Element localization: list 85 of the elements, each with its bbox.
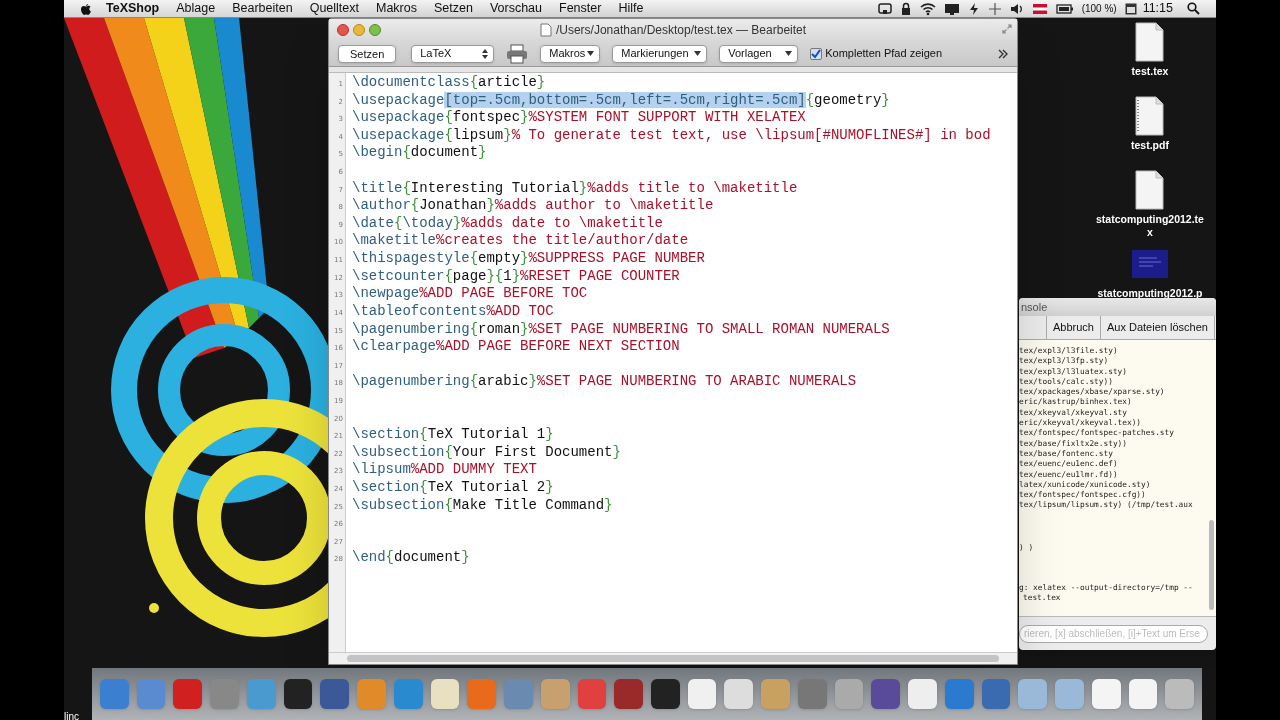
checkmark-icon <box>811 48 822 59</box>
code-line[interactable]: \setcounter{page}{1}%RESET PAGE COUNTER <box>352 267 1017 286</box>
code-line[interactable]: \date{\today}%adds date to \maketitle <box>352 214 1017 233</box>
file-label[interactable]: statcomputing2012.tex <box>1096 213 1204 239</box>
volume-icon[interactable] <box>1009 1 1024 16</box>
file-label[interactable]: statcomputing2012.p <box>1096 287 1204 300</box>
window-title: /Users/Jonathan/Desktop/test.tex — Bearbeitet <box>555 22 807 39</box>
monitor-icon[interactable] <box>943 1 960 16</box>
calendar-icon[interactable] <box>1124 2 1137 15</box>
caret-icon <box>694 51 702 56</box>
code-line[interactable]: \pagenumbering{arabic}%SET PAGE NUMBERING TO ARABIC NUMERALS <box>352 373 1017 391</box>
code-line[interactable]: \begin{document} <box>352 144 1017 163</box>
zoom-button[interactable] <box>369 24 381 36</box>
file-label[interactable]: test.tex <box>1096 65 1204 78</box>
checkbox-label[interactable]: Kompletten Pfad zeigen <box>825 45 943 62</box>
app-icon[interactable] <box>651 679 680 709</box>
app-icon[interactable] <box>430 679 460 709</box>
menu-item[interactable]: Makros <box>376 0 417 18</box>
app-icon[interactable] <box>1091 679 1121 709</box>
search-icon[interactable] <box>1187 2 1200 15</box>
code-line[interactable]: \subsection{Make Title Command} <box>352 496 1017 515</box>
code-line[interactable]: \documentclass{article} <box>352 74 1017 92</box>
app-icon[interactable] <box>687 679 717 709</box>
code-line[interactable]: \thispagestyle{empty}%SUPPRESS PAGE NUMBER <box>352 250 1017 268</box>
lock-icon[interactable] <box>899 1 912 16</box>
engine-dropdown[interactable]: LaTeX <box>411 44 495 63</box>
code-line[interactable]: \title{Interesting Tutorial}%adds title to \maketitle <box>352 179 1017 198</box>
code-line[interactable]: \tableofcontents%ADD TOC <box>352 302 1017 321</box>
code-line[interactable]: \subsection{Your First Document} <box>352 443 1017 462</box>
code-line[interactable]: \lipsum%ADD DUMMY TEXT <box>352 461 1017 479</box>
menu-item[interactable]: Vorschau <box>489 0 543 18</box>
menu-item[interactable]: Hilfe <box>618 0 644 18</box>
minimize-button[interactable] <box>353 24 365 36</box>
code-line[interactable]: \usepackage{lipsum}% To generate test text, use \lipsum[#NUMOFLINES#] in bod <box>352 126 1017 145</box>
code-line[interactable]: \clearpage%ADD PAGE BEFORE NEXT SECTION <box>352 338 1017 356</box>
document-icon[interactable] <box>1135 22 1165 62</box>
document-icon[interactable] <box>1135 96 1165 136</box>
menu-item[interactable]: Fenster <box>559 0 602 18</box>
flag-icon[interactable] <box>1031 1 1048 16</box>
menu-dropdown[interactable]: Makros <box>540 44 601 63</box>
close-button[interactable] <box>337 24 349 36</box>
caret-icon <box>587 51 595 56</box>
stepper-icon <box>482 48 489 59</box>
console-button[interactable]: Abbruch <box>1047 316 1101 339</box>
code-line[interactable]: \newpage%ADD PAGE BEFORE TOC <box>352 285 1017 303</box>
window-title: nsole <box>1021 299 1048 315</box>
menu-dropdown[interactable]: Vorlagen <box>719 44 799 63</box>
overflow-chevron-icon[interactable] <box>998 48 1008 59</box>
menu-dropdown[interactable]: Markierungen <box>612 44 708 63</box>
printer-icon[interactable] <box>506 43 529 64</box>
code-line[interactable]: \section{TeX Tutorial 1} <box>352 426 1017 444</box>
app-icon[interactable] <box>1128 679 1158 709</box>
battery-icon[interactable] <box>1055 1 1074 16</box>
code-line[interactable]: \end{document} <box>352 549 1017 568</box>
apple-logo-icon[interactable] <box>80 1 92 16</box>
wifi-icon[interactable] <box>919 1 936 16</box>
caret-icon <box>785 51 793 56</box>
code-line[interactable]: \usepackage{fontspec}%SYSTEM FONT SUPPORT WITH XELATEX <box>352 109 1017 127</box>
app-icon[interactable] <box>724 679 754 709</box>
scrollbar-thumb[interactable] <box>347 655 999 662</box>
document-icon[interactable] <box>1135 170 1165 210</box>
code-line[interactable]: \section{TeX Tutorial 2} <box>352 479 1017 497</box>
app-menu[interactable]: TeXShop <box>106 0 160 18</box>
code-line[interactable]: \author{Jonathan}%adds author to \maketitle <box>352 197 1017 215</box>
menu-item[interactable]: Setzen <box>434 0 473 18</box>
battery-percentage: (100 %) <box>1081 2 1117 16</box>
path-checkbox[interactable] <box>810 47 823 60</box>
lightning-icon[interactable] <box>967 1 980 16</box>
command-input-field[interactable]: rieren, [x] abschließen, [i]+Text um Erse <box>1019 624 1208 643</box>
display-icon[interactable] <box>877 1 892 16</box>
icon-label: linc <box>64 710 79 720</box>
fullscreen-icon[interactable] <box>1002 24 1012 34</box>
file-label[interactable]: test.pdf <box>1096 139 1204 152</box>
menu-item[interactable]: Bearbeiten <box>232 0 293 18</box>
code-line[interactable]: \pagenumbering{roman}%SET PAGE NUMBERING TO SMALL ROMAN NUMERALS <box>352 320 1017 339</box>
menu-item[interactable]: Quelltext <box>309 0 359 18</box>
menu-item[interactable]: Ablage <box>176 0 216 18</box>
typeset-button[interactable]: Setzen <box>338 44 397 63</box>
code-line[interactable]: \maketitle%creates the title/author/date <box>352 232 1017 251</box>
code-line[interactable]: \usepackage[top=.5cm,bottom=.5cm,left=.5cm,right=.5cm]{geometry} <box>352 91 1017 110</box>
app-icon[interactable] <box>871 679 901 709</box>
scrollbar-thumb[interactable] <box>1209 520 1214 610</box>
console-button[interactable]: Aux Dateien löschen <box>1101 316 1215 339</box>
menu-clock[interactable]: 11:15 <box>1142 0 1173 18</box>
app-icon[interactable] <box>283 679 313 709</box>
